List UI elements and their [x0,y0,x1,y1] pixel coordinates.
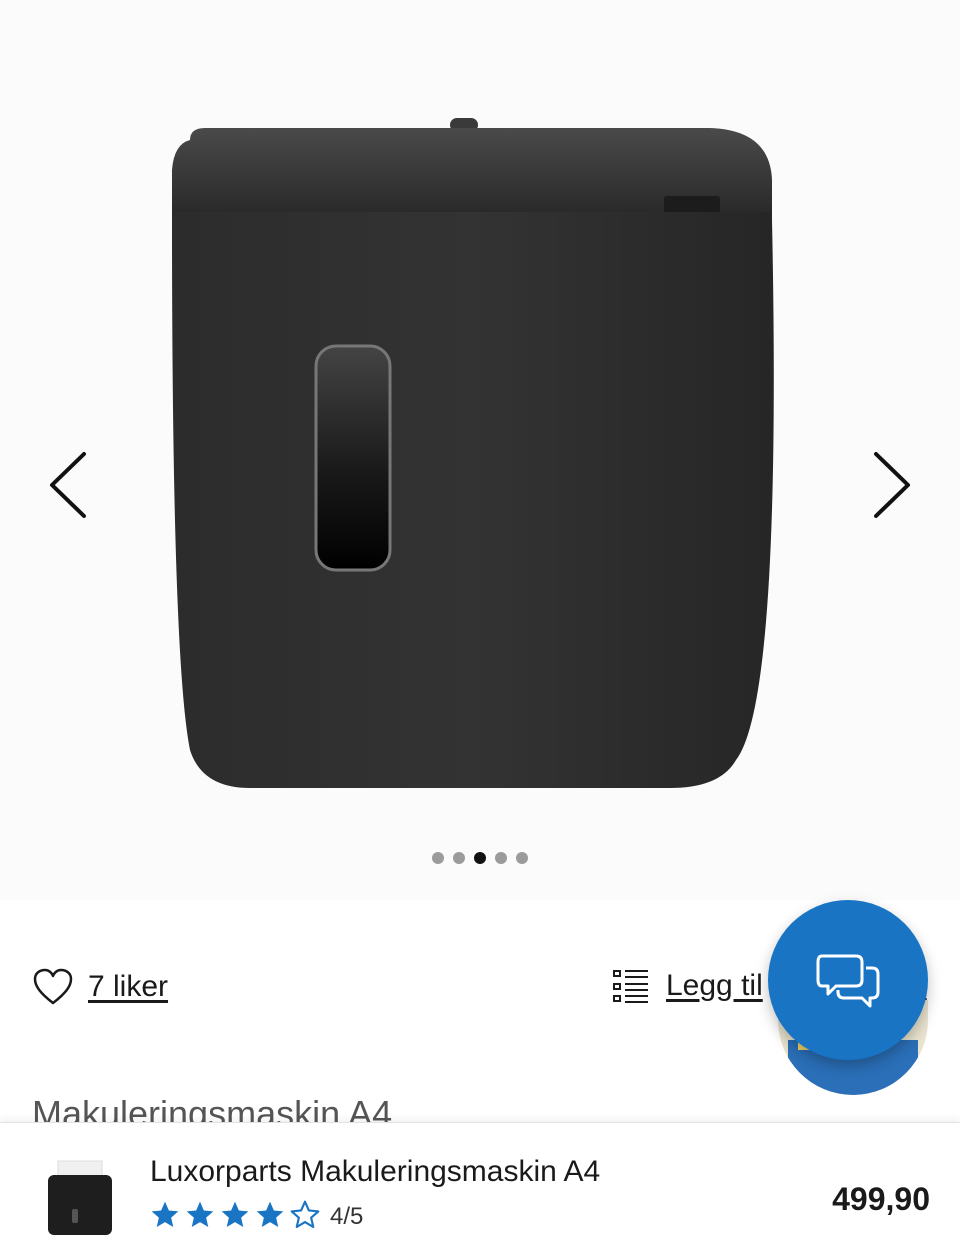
star-outline-icon [290,1200,320,1229]
gallery-dot[interactable] [453,852,465,864]
product-price: 499,90 [832,1181,930,1217]
star-filled-icon [256,1201,284,1227]
star-filled-icon [151,1201,179,1227]
star-filled-icon [186,1201,214,1227]
sticky-product-title: Luxorparts Makuleringsmaskin A4 [150,1155,601,1188]
gallery-dot-active[interactable] [474,852,486,864]
rating-stars [148,1199,322,1231]
sticky-product-bar[interactable]: Luxorparts Makuleringsmaskin A4 4/5 499,… [0,1122,960,1247]
chat-button[interactable] [768,900,928,1060]
gallery-dot[interactable] [516,852,528,864]
product-gallery [0,0,960,900]
list-icon [613,970,648,1003]
add-to-list-label[interactable]: Legg til [666,969,763,1003]
gallery-dot[interactable] [495,852,507,864]
like-count-label[interactable]: 7 liker [88,970,168,1004]
gallery-pagination [0,852,960,864]
product-title: Makuleringsmaskin A4 [32,1090,732,1122]
product-image[interactable] [150,100,810,820]
like-button[interactable]: 7 liker [32,968,168,1006]
star-filled-icon [221,1201,249,1227]
product-thumbnail [48,1160,112,1235]
chevron-right-icon [874,452,910,518]
chat-bubbles-icon [816,954,880,1008]
product-title-text: Makuleringsmaskin A4 [32,1093,393,1122]
rating-text: 4/5 [330,1203,364,1230]
gallery-dot[interactable] [432,852,444,864]
heart-icon [33,968,73,1005]
chevron-left-icon [50,452,86,518]
next-image-button[interactable] [862,440,922,530]
add-to-list-button[interactable]: Legg til [612,968,763,1004]
previous-image-button[interactable] [38,440,98,530]
